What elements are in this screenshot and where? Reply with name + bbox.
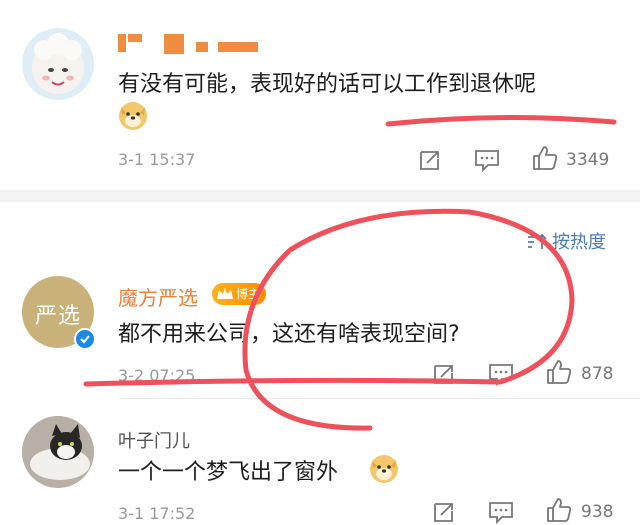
like-count: 3349 [566,150,610,170]
doge-emoji-icon [370,455,398,483]
share-icon[interactable] [432,500,456,524]
author-badge: 博主 [212,283,266,305]
sort-icon [528,233,547,249]
comment-icon[interactable] [488,362,514,386]
author-badge-label: 博主 [235,287,260,301]
like-icon[interactable] [532,145,558,171]
row-separator [118,398,640,399]
avatar[interactable] [22,416,94,488]
like-icon[interactable] [546,497,572,523]
username[interactable]: 叶子门儿 [118,427,190,453]
avatar[interactable] [22,28,94,100]
share-icon[interactable] [432,362,456,386]
comment-text: 一个一个梦飞出了窗外 [118,460,339,485]
comment-text: 都不用来公司，这还有啥表现空间? [118,322,460,347]
like-icon[interactable] [546,359,572,385]
doge-emoji-icon [119,102,147,130]
section-divider [0,190,640,202]
like-count: 878 [581,364,614,384]
avatar-brand-text: 严选 [34,304,81,329]
username[interactable]: 魔方严选 [118,282,198,311]
comment-text: 有没有可能，表现好的话可以工作到退休呢 [118,72,537,97]
comment-time: 3-1 17:52 [118,504,196,523]
comment-time: 3-1 15:37 [118,150,196,169]
sort-toggle[interactable]: 按热度 [526,228,606,254]
share-icon[interactable] [418,148,442,172]
crown-icon [217,288,233,299]
comment-icon[interactable] [488,500,514,524]
comment-time: 3-2 07:25 [118,366,196,385]
comment-icon[interactable] [474,148,500,172]
sort-label: 按热度 [552,232,606,253]
verified-icon [74,328,96,350]
like-count: 938 [581,502,614,522]
